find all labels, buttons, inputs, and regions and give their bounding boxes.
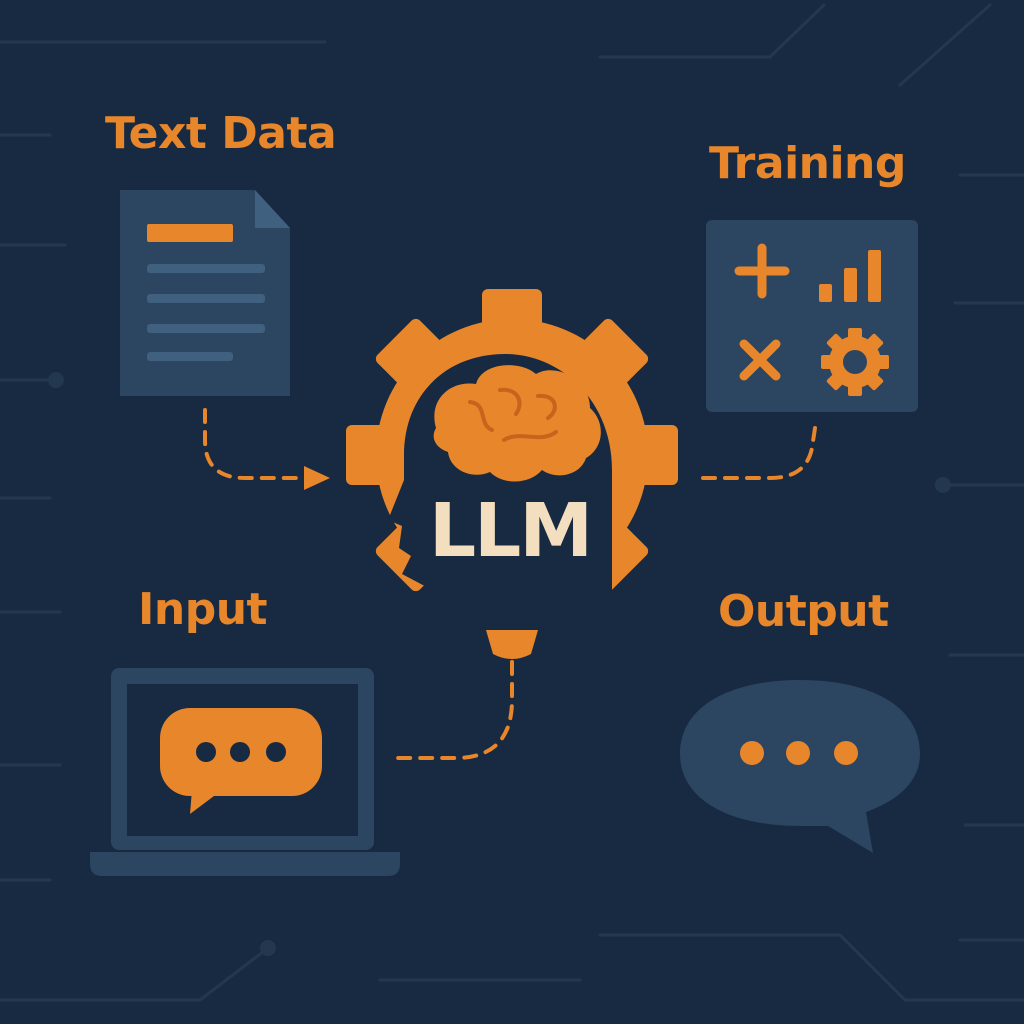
diagram-canvas: Text Data Training Input Output LLM	[0, 0, 1024, 1024]
connector-text-data-to-llm	[203, 408, 302, 480]
connector-llm-to-input	[396, 660, 514, 760]
input-label: Input	[138, 584, 268, 635]
connector-training-to-llm	[698, 426, 817, 480]
document-icon	[120, 190, 290, 396]
arrowhead-icon	[304, 466, 330, 490]
training-label: Training	[709, 138, 906, 189]
llm-title: LLM	[429, 488, 593, 574]
text-data-label: Text Data	[105, 108, 337, 159]
small-gear-icon	[821, 328, 889, 396]
training-panel	[706, 220, 918, 412]
output-label: Output	[718, 586, 889, 637]
output-chat-bubble-icon	[680, 680, 920, 853]
bulb-base-icon	[486, 630, 538, 659]
